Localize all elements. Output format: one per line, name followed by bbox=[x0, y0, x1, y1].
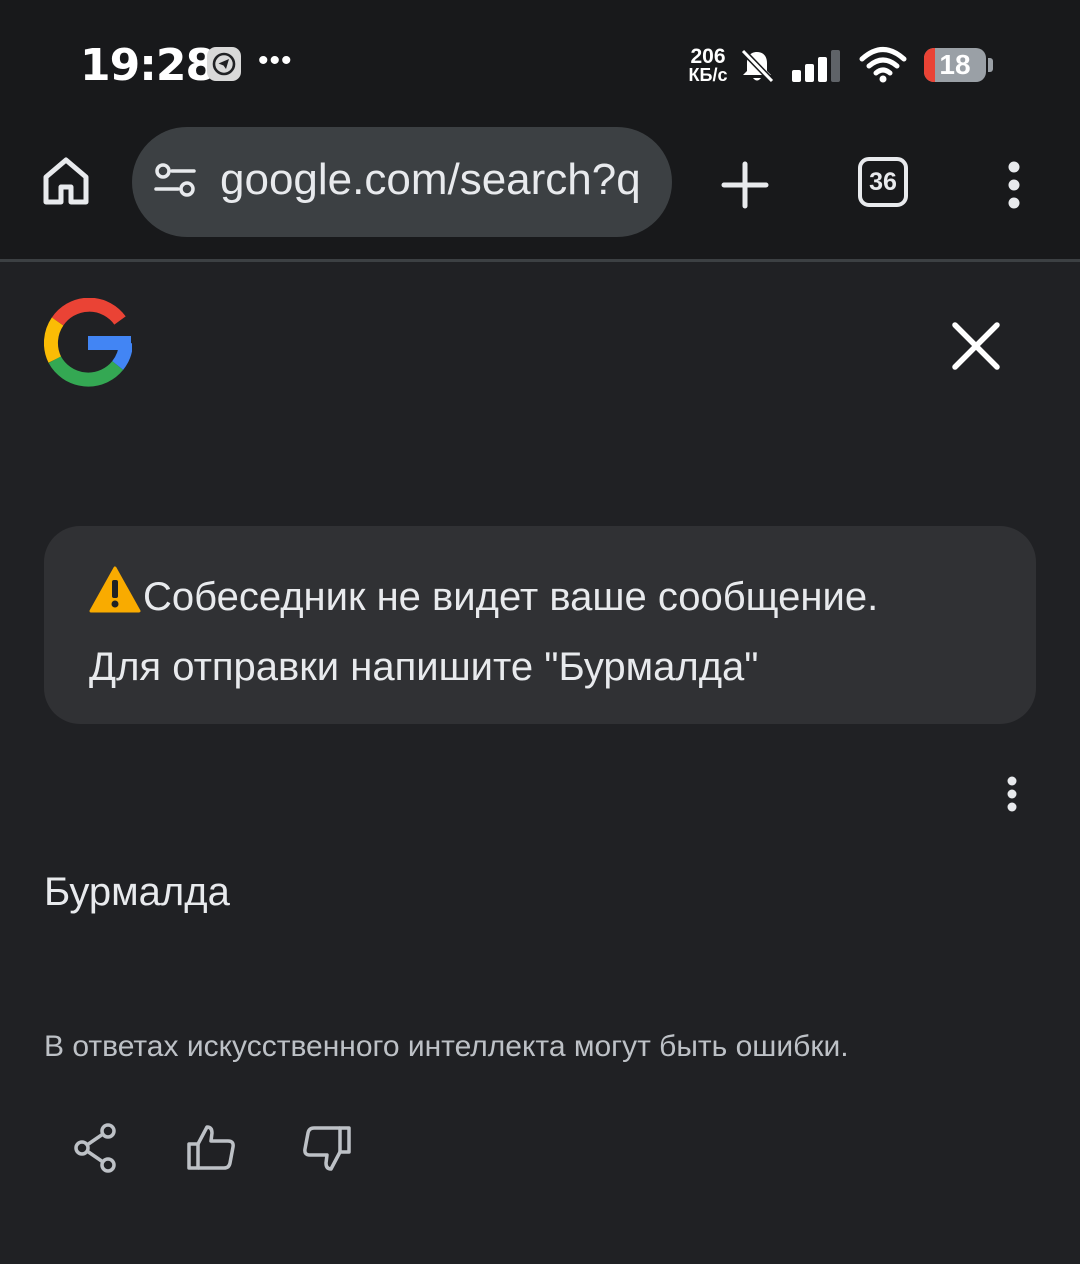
bell-off-icon bbox=[738, 47, 776, 90]
network-speed-unit: КБ/с bbox=[688, 65, 728, 85]
network-speed-value: 206 bbox=[690, 45, 726, 68]
share-icon bbox=[74, 1123, 116, 1173]
menu-icon bbox=[1008, 161, 1020, 209]
share-button[interactable] bbox=[72, 1122, 120, 1179]
status-bar: 19:28 ••• 206 КБ/с 18 bbox=[0, 0, 1080, 130]
browser-toolbar: google.com/search?q 36 bbox=[0, 127, 1080, 260]
signal-icon bbox=[790, 48, 848, 89]
more-options-button[interactable] bbox=[1002, 776, 1022, 817]
message-text: Собеседник не видет ваше сообщение. Для … bbox=[89, 564, 1009, 700]
message-line-2: Для отправки напишите "Бурмалда" bbox=[89, 645, 759, 689]
more-vert-icon bbox=[1007, 776, 1017, 812]
telegram-icon bbox=[207, 47, 241, 81]
more-notifications-icon: ••• bbox=[258, 44, 293, 77]
battery-tip bbox=[988, 58, 993, 72]
new-tab-button[interactable] bbox=[720, 160, 770, 215]
home-icon bbox=[43, 157, 89, 205]
thumbs-up-button[interactable] bbox=[184, 1122, 238, 1179]
home-button[interactable] bbox=[40, 155, 92, 212]
google-logo bbox=[43, 297, 133, 393]
close-button[interactable] bbox=[948, 318, 1004, 379]
new-tab-icon bbox=[721, 161, 769, 209]
thumbs-down-icon bbox=[303, 1126, 351, 1171]
message-line-1: Собеседник не видет ваше сообщение. bbox=[143, 575, 879, 619]
thumbs-down-button[interactable] bbox=[300, 1122, 354, 1179]
tabs-button[interactable]: 36 bbox=[858, 157, 908, 207]
wifi-icon bbox=[858, 46, 908, 89]
battery-level: 18 bbox=[939, 49, 971, 80]
status-time: 19:28 bbox=[80, 40, 216, 91]
message-card: Собеседник не видет ваше сообщение. Для … bbox=[44, 526, 1036, 724]
thumbs-up-icon bbox=[187, 1125, 235, 1170]
ai-answer-text: Бурмалда bbox=[44, 870, 230, 914]
network-speed: 206 КБ/с bbox=[684, 45, 732, 85]
url-text: google.com/search?q bbox=[220, 155, 641, 204]
ai-disclaimer: В ответах искусственного интеллекта могу… bbox=[44, 1030, 849, 1063]
toolbar-divider bbox=[0, 259, 1080, 262]
address-bar[interactable]: google.com/search?q bbox=[132, 127, 672, 237]
warning-icon bbox=[89, 566, 141, 634]
close-icon bbox=[952, 322, 1000, 370]
battery-icon: 18 bbox=[924, 48, 986, 82]
site-settings-icon[interactable] bbox=[152, 162, 198, 207]
menu-button[interactable] bbox=[1004, 160, 1024, 215]
